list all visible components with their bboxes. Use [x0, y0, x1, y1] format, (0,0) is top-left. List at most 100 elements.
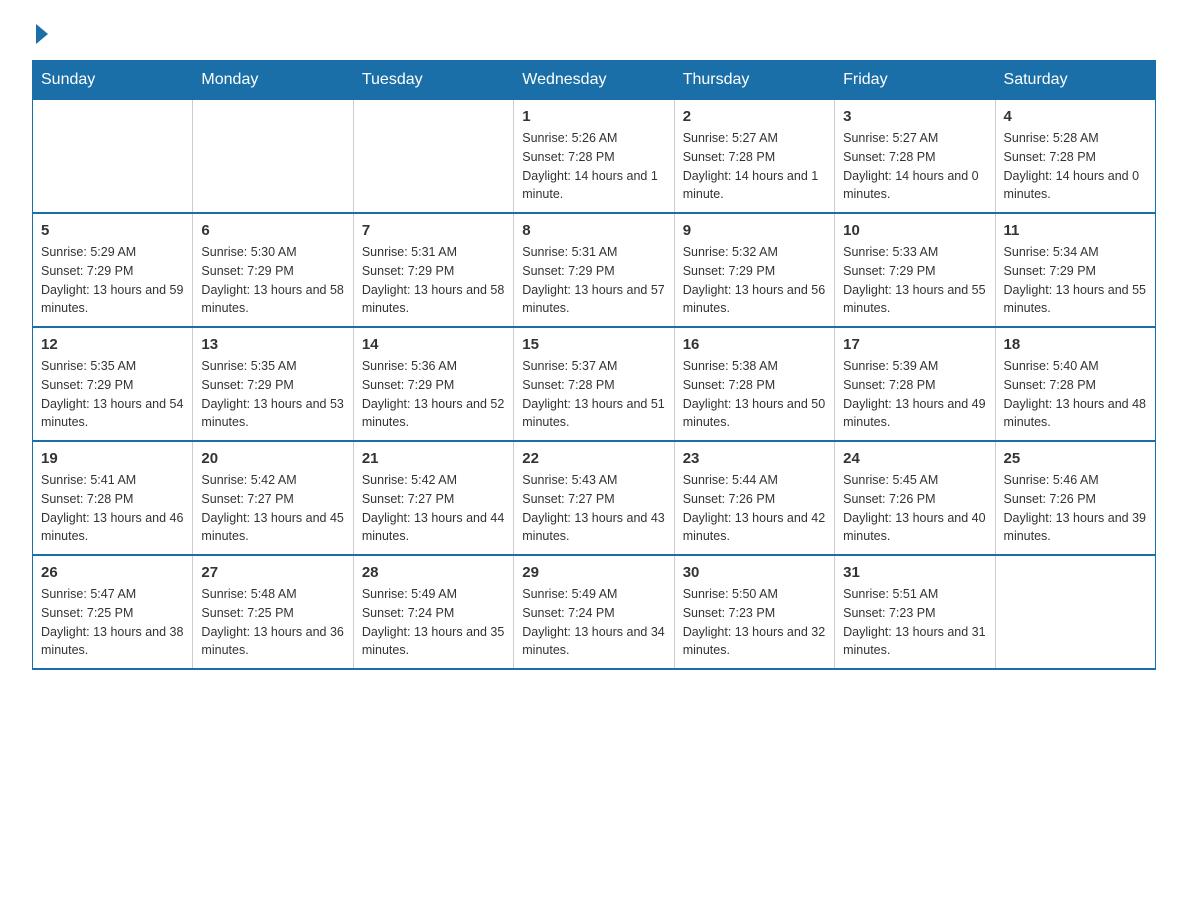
day-info: Sunrise: 5:46 AM Sunset: 7:26 PM Dayligh… — [1004, 471, 1147, 546]
day-info: Sunrise: 5:51 AM Sunset: 7:23 PM Dayligh… — [843, 585, 986, 660]
day-number: 30 — [683, 564, 826, 581]
day-number: 20 — [201, 450, 344, 467]
calendar-header-tuesday: Tuesday — [353, 61, 513, 100]
day-info: Sunrise: 5:34 AM Sunset: 7:29 PM Dayligh… — [1004, 243, 1147, 318]
day-number: 3 — [843, 108, 986, 125]
day-number: 1 — [522, 108, 665, 125]
day-number: 28 — [362, 564, 505, 581]
calendar-cell: 11 Sunrise: 5:34 AM Sunset: 7:29 PM Dayli… — [995, 213, 1155, 327]
calendar-header-sunday: Sunday — [33, 61, 193, 100]
day-number: 6 — [201, 222, 344, 239]
calendar-week-row: 1 Sunrise: 5:26 AM Sunset: 7:28 PM Daylig… — [33, 100, 1156, 214]
day-info: Sunrise: 5:35 AM Sunset: 7:29 PM Dayligh… — [201, 357, 344, 432]
day-number: 15 — [522, 336, 665, 353]
day-info: Sunrise: 5:42 AM Sunset: 7:27 PM Dayligh… — [201, 471, 344, 546]
calendar-cell: 18 Sunrise: 5:40 AM Sunset: 7:28 PM Dayli… — [995, 327, 1155, 441]
day-info: Sunrise: 5:44 AM Sunset: 7:26 PM Dayligh… — [683, 471, 826, 546]
page-header — [32, 24, 1156, 44]
day-info: Sunrise: 5:45 AM Sunset: 7:26 PM Dayligh… — [843, 471, 986, 546]
calendar-cell: 21 Sunrise: 5:42 AM Sunset: 7:27 PM Dayli… — [353, 441, 513, 555]
calendar-cell: 16 Sunrise: 5:38 AM Sunset: 7:28 PM Dayli… — [674, 327, 834, 441]
day-number: 5 — [41, 222, 184, 239]
calendar-cell: 25 Sunrise: 5:46 AM Sunset: 7:26 PM Dayli… — [995, 441, 1155, 555]
day-number: 21 — [362, 450, 505, 467]
day-info: Sunrise: 5:28 AM Sunset: 7:28 PM Dayligh… — [1004, 129, 1147, 204]
day-info: Sunrise: 5:38 AM Sunset: 7:28 PM Dayligh… — [683, 357, 826, 432]
day-number: 19 — [41, 450, 184, 467]
calendar-cell: 31 Sunrise: 5:51 AM Sunset: 7:23 PM Dayli… — [835, 555, 995, 669]
day-info: Sunrise: 5:48 AM Sunset: 7:25 PM Dayligh… — [201, 585, 344, 660]
day-number: 25 — [1004, 450, 1147, 467]
calendar-cell: 28 Sunrise: 5:49 AM Sunset: 7:24 PM Dayli… — [353, 555, 513, 669]
day-info: Sunrise: 5:49 AM Sunset: 7:24 PM Dayligh… — [522, 585, 665, 660]
day-info: Sunrise: 5:27 AM Sunset: 7:28 PM Dayligh… — [843, 129, 986, 204]
calendar-cell: 10 Sunrise: 5:33 AM Sunset: 7:29 PM Dayli… — [835, 213, 995, 327]
calendar-week-row: 5 Sunrise: 5:29 AM Sunset: 7:29 PM Daylig… — [33, 213, 1156, 327]
day-info: Sunrise: 5:49 AM Sunset: 7:24 PM Dayligh… — [362, 585, 505, 660]
day-info: Sunrise: 5:27 AM Sunset: 7:28 PM Dayligh… — [683, 129, 826, 204]
calendar-cell — [995, 555, 1155, 669]
day-number: 27 — [201, 564, 344, 581]
logo-general — [32, 24, 48, 44]
day-info: Sunrise: 5:42 AM Sunset: 7:27 PM Dayligh… — [362, 471, 505, 546]
day-info: Sunrise: 5:50 AM Sunset: 7:23 PM Dayligh… — [683, 585, 826, 660]
day-number: 10 — [843, 222, 986, 239]
calendar-cell: 1 Sunrise: 5:26 AM Sunset: 7:28 PM Daylig… — [514, 100, 674, 214]
day-info: Sunrise: 5:47 AM Sunset: 7:25 PM Dayligh… — [41, 585, 184, 660]
calendar-cell: 30 Sunrise: 5:50 AM Sunset: 7:23 PM Dayli… — [674, 555, 834, 669]
day-number: 7 — [362, 222, 505, 239]
day-info: Sunrise: 5:40 AM Sunset: 7:28 PM Dayligh… — [1004, 357, 1147, 432]
calendar-cell: 22 Sunrise: 5:43 AM Sunset: 7:27 PM Dayli… — [514, 441, 674, 555]
calendar-cell — [193, 100, 353, 214]
day-info: Sunrise: 5:31 AM Sunset: 7:29 PM Dayligh… — [362, 243, 505, 318]
day-number: 8 — [522, 222, 665, 239]
calendar-week-row: 26 Sunrise: 5:47 AM Sunset: 7:25 PM Dayli… — [33, 555, 1156, 669]
day-info: Sunrise: 5:43 AM Sunset: 7:27 PM Dayligh… — [522, 471, 665, 546]
day-info: Sunrise: 5:33 AM Sunset: 7:29 PM Dayligh… — [843, 243, 986, 318]
day-info: Sunrise: 5:41 AM Sunset: 7:28 PM Dayligh… — [41, 471, 184, 546]
day-info: Sunrise: 5:35 AM Sunset: 7:29 PM Dayligh… — [41, 357, 184, 432]
calendar-cell: 4 Sunrise: 5:28 AM Sunset: 7:28 PM Daylig… — [995, 100, 1155, 214]
day-number: 29 — [522, 564, 665, 581]
logo-arrow-icon — [36, 24, 48, 44]
calendar-cell: 26 Sunrise: 5:47 AM Sunset: 7:25 PM Dayli… — [33, 555, 193, 669]
day-info: Sunrise: 5:30 AM Sunset: 7:29 PM Dayligh… — [201, 243, 344, 318]
calendar-week-row: 12 Sunrise: 5:35 AM Sunset: 7:29 PM Dayli… — [33, 327, 1156, 441]
day-number: 2 — [683, 108, 826, 125]
day-number: 14 — [362, 336, 505, 353]
day-info: Sunrise: 5:31 AM Sunset: 7:29 PM Dayligh… — [522, 243, 665, 318]
calendar-week-row: 19 Sunrise: 5:41 AM Sunset: 7:28 PM Dayli… — [33, 441, 1156, 555]
calendar-cell: 19 Sunrise: 5:41 AM Sunset: 7:28 PM Dayli… — [33, 441, 193, 555]
day-number: 4 — [1004, 108, 1147, 125]
day-number: 13 — [201, 336, 344, 353]
calendar-cell — [33, 100, 193, 214]
calendar-cell: 12 Sunrise: 5:35 AM Sunset: 7:29 PM Dayli… — [33, 327, 193, 441]
calendar-header-friday: Friday — [835, 61, 995, 100]
calendar-cell: 24Sunrise: 5:45 AM Sunset: 7:26 PM Dayli… — [835, 441, 995, 555]
calendar-cell: 17Sunrise: 5:39 AM Sunset: 7:28 PM Dayli… — [835, 327, 995, 441]
day-number: 11 — [1004, 222, 1147, 239]
calendar-cell: 29 Sunrise: 5:49 AM Sunset: 7:24 PM Dayli… — [514, 555, 674, 669]
calendar-cell: 9Sunrise: 5:32 AM Sunset: 7:29 PM Daylig… — [674, 213, 834, 327]
day-number: 26 — [41, 564, 184, 581]
calendar-cell — [353, 100, 513, 214]
calendar-cell: 8 Sunrise: 5:31 AM Sunset: 7:29 PM Daylig… — [514, 213, 674, 327]
day-info: Sunrise: 5:26 AM Sunset: 7:28 PM Dayligh… — [522, 129, 665, 204]
day-number: 22 — [522, 450, 665, 467]
logo — [32, 24, 48, 44]
day-info: Sunrise: 5:29 AM Sunset: 7:29 PM Dayligh… — [41, 243, 184, 318]
calendar-cell: 14Sunrise: 5:36 AM Sunset: 7:29 PM Dayli… — [353, 327, 513, 441]
day-number: 18 — [1004, 336, 1147, 353]
day-number: 31 — [843, 564, 986, 581]
calendar-cell: 6 Sunrise: 5:30 AM Sunset: 7:29 PM Daylig… — [193, 213, 353, 327]
calendar-cell: 5 Sunrise: 5:29 AM Sunset: 7:29 PM Daylig… — [33, 213, 193, 327]
calendar-cell: 23 Sunrise: 5:44 AM Sunset: 7:26 PM Dayli… — [674, 441, 834, 555]
calendar-header-row: SundayMondayTuesdayWednesdayThursdayFrid… — [33, 61, 1156, 100]
calendar-cell: 3 Sunrise: 5:27 AM Sunset: 7:28 PM Daylig… — [835, 100, 995, 214]
day-number: 23 — [683, 450, 826, 467]
day-number: 16 — [683, 336, 826, 353]
calendar-header-monday: Monday — [193, 61, 353, 100]
day-number: 9 — [683, 222, 826, 239]
day-number: 12 — [41, 336, 184, 353]
day-info: Sunrise: 5:39 AM Sunset: 7:28 PM Dayligh… — [843, 357, 986, 432]
